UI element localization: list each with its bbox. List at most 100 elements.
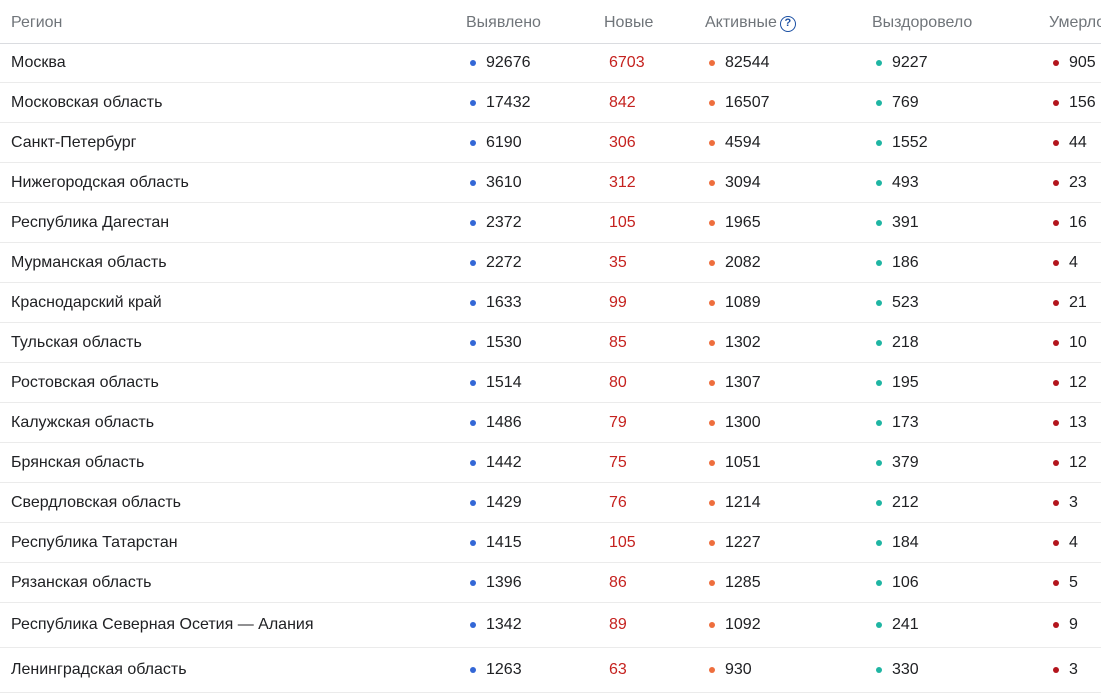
recovered-cell-value: 106 [892,573,919,591]
region-name: Ленинградская область [11,648,187,692]
table-row[interactable]: Свердловская область 1429 76 1214 212 3 [0,483,1101,523]
new-cell-value: 75 [609,453,627,471]
conf-dot-icon [470,622,476,628]
new-cell-value: 306 [609,133,636,151]
deaths-cell-value: 16 [1069,213,1087,231]
table-row[interactable]: Брянская область 1442 75 1051 379 12 [0,443,1101,483]
confirmed-cell-value: 1530 [486,333,522,351]
conf-dot-icon [470,99,476,106]
new-cell: 312 [609,163,636,202]
deaths-cell: 13 [1053,403,1087,442]
dead-dot-icon [1053,179,1059,186]
deaths-cell-value: 5 [1069,573,1078,591]
recovered-cell: 186 [876,243,919,282]
dead-dot-icon [1053,667,1059,673]
table-row[interactable]: Республика Дагестан 2372 105 1965 391 16 [0,203,1101,243]
table-row[interactable]: Рязанская область 1396 86 1285 106 5 [0,563,1101,603]
table-row[interactable]: Республика Татарстан 1415 105 1227 184 4 [0,523,1101,563]
table-row[interactable]: Московская область 17432 842 16507 769 156 [0,83,1101,123]
region-name-value: Мурманская область [11,253,167,271]
column-header-new[interactable]: Новые [604,14,653,32]
table-row[interactable]: Ленинградская область 1263 63 930 330 3 [0,648,1101,693]
conf-dot-icon [470,379,476,386]
region-name-value: Санкт-Петербург [11,133,137,151]
column-header-confirmed[interactable]: Выявлено [466,14,541,32]
new-cell: 79 [609,403,627,442]
confirmed-cell: 2272 [470,243,522,282]
recovered-cell: 330 [876,648,919,692]
act-dot-icon [709,579,715,586]
rec-dot-icon [876,379,882,386]
active-cell: 930 [709,648,752,692]
recovered-cell: 173 [876,403,919,442]
conf-dot-icon [470,219,476,226]
deaths-cell: 4 [1053,523,1078,562]
dead-dot-icon [1053,499,1059,506]
table-row[interactable]: Мурманская область 2272 35 2082 186 4 [0,243,1101,283]
confirmed-cell-value: 1514 [486,373,522,391]
new-cell-value: 842 [609,93,636,111]
rec-dot-icon [876,339,882,346]
recovered-cell-value: 493 [892,173,919,191]
recovered-cell-value: 212 [892,493,919,511]
table-row[interactable]: Москва 92676 6703 82544 9227 905 [0,43,1101,83]
new-cell-value: 80 [609,373,627,391]
help-icon[interactable]: ? [779,16,796,32]
column-header-active[interactable]: Активные? [705,14,796,32]
act-dot-icon [709,667,715,673]
act-dot-icon [709,539,715,546]
conf-dot-icon [470,259,476,266]
column-header-deaths[interactable]: Умерло [1049,14,1101,32]
recovered-cell: 379 [876,443,919,482]
table-row[interactable]: Тульская область 1530 85 1302 218 10 [0,323,1101,363]
deaths-cell: 21 [1053,283,1087,322]
column-header-recovered[interactable]: Выздоровело [872,14,972,32]
confirmed-cell: 17432 [470,83,531,122]
recovered-cell: 9227 [876,43,928,82]
active-cell-value: 1089 [725,293,761,311]
new-cell-value: 105 [609,213,636,231]
table-row[interactable]: Республика Северная Осетия — Алания 1342 8… [0,603,1101,648]
deaths-cell: 23 [1053,163,1087,202]
active-cell-value: 930 [725,661,752,678]
rec-dot-icon [876,299,882,306]
confirmed-cell-value: 1442 [486,453,522,471]
deaths-cell: 4 [1053,243,1078,282]
table-row[interactable]: Ростовская область 1514 80 1307 195 12 [0,363,1101,403]
active-cell-value: 1214 [725,493,761,511]
recovered-cell-value: 9227 [892,53,928,71]
act-dot-icon [709,419,715,426]
deaths-cell-value: 9 [1069,616,1078,633]
column-header-region[interactable]: Регион [11,14,62,32]
confirmed-cell-value: 6190 [486,133,522,151]
deaths-cell: 44 [1053,123,1087,162]
region-name-value: Калужская область [11,413,155,431]
active-cell-value: 2082 [725,253,761,271]
act-dot-icon [709,259,715,266]
dead-dot-icon [1053,339,1059,346]
recovered-cell-value: 218 [892,333,919,351]
dead-dot-icon [1053,622,1059,628]
active-cell: 1300 [709,403,761,442]
recovered-cell: 184 [876,523,919,562]
deaths-cell: 9 [1053,603,1078,647]
recovered-cell-value: 186 [892,253,919,271]
table-row[interactable]: Нижегородская область 3610 312 3094 493 23 [0,163,1101,203]
conf-dot-icon [470,419,476,426]
new-cell-value: 79 [609,413,627,431]
rec-dot-icon [876,99,882,106]
active-cell: 16507 [709,83,770,122]
conf-dot-icon [470,667,476,673]
new-cell: 35 [609,243,627,282]
region-name-value: Тульская область [11,333,142,351]
act-dot-icon [709,59,715,66]
region-name: Тульская область [11,323,142,362]
region-name-value: Республика Дагестан [11,213,170,231]
table-row[interactable]: Краснодарский край 1633 99 1089 523 21 [0,283,1101,323]
rec-dot-icon [876,499,882,506]
table-header: Регион Выявлено Новые Активные? Выздоров… [0,0,1101,44]
confirmed-cell: 6190 [470,123,522,162]
table-row[interactable]: Калужская область 1486 79 1300 173 13 [0,403,1101,443]
table-row[interactable]: Санкт-Петербург 6190 306 4594 1552 44 [0,123,1101,163]
confirmed-cell: 1342 [470,603,522,647]
